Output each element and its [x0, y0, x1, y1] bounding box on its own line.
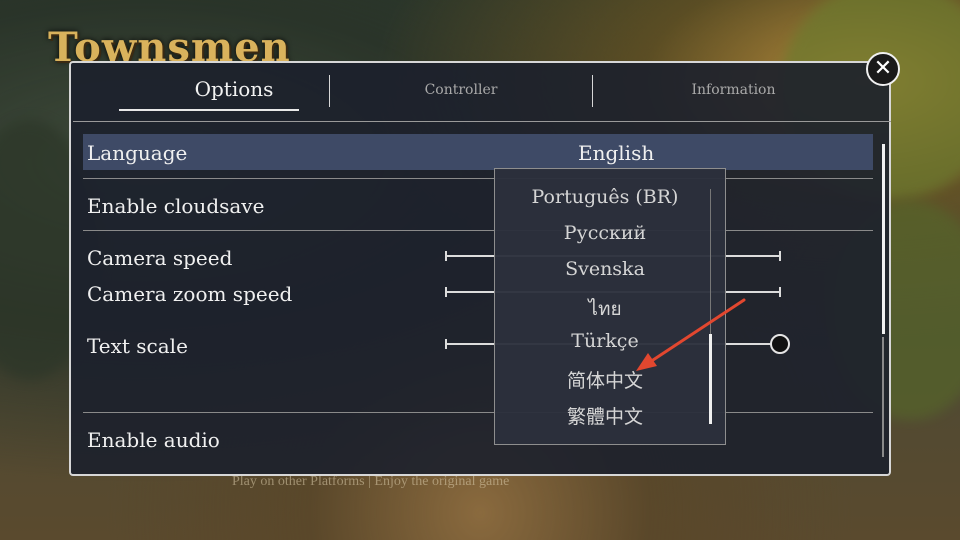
row-divider	[83, 230, 873, 231]
tab-options[interactable]: Options	[119, 77, 349, 111]
tab-separator	[329, 75, 330, 107]
language-option[interactable]: Русский	[495, 222, 715, 244]
panel-scrollbar-track	[882, 337, 884, 457]
camera-speed-slider-end	[779, 251, 781, 261]
tab-information-label: Information	[691, 82, 776, 98]
tab-information[interactable]: Information	[631, 82, 836, 98]
text-scale-label: Text scale	[87, 334, 188, 358]
tab-options-label: Options	[194, 77, 274, 101]
panel-scrollbar-thumb[interactable]	[882, 144, 885, 334]
close-icon: ✕	[873, 56, 893, 81]
text-scale-slider-knob[interactable]	[770, 334, 790, 354]
tab-controller[interactable]: Controller	[371, 82, 551, 98]
audio-label: Enable audio	[87, 428, 220, 452]
row-divider	[83, 178, 873, 179]
language-value[interactable]: English	[578, 141, 654, 165]
camera-zoom-slider-end	[779, 287, 781, 297]
row-divider	[83, 412, 873, 413]
dropdown-scrollbar-thumb[interactable]	[709, 334, 712, 424]
tab-controller-label: Controller	[424, 82, 498, 98]
language-option[interactable]: ไทย	[495, 294, 715, 324]
cloudsave-label: Enable cloudsave	[87, 194, 265, 218]
language-option[interactable]: Português (BR)	[495, 186, 715, 208]
settings-panel: Language English Enable cloudsave Camera…	[73, 121, 891, 477]
active-tab-underline	[119, 109, 299, 111]
camera-speed-label: Camera speed	[87, 246, 233, 270]
language-option[interactable]: Türkçe	[495, 330, 715, 352]
tab-separator	[592, 75, 593, 107]
tab-bar: Options Controller Information	[71, 63, 889, 119]
language-option[interactable]: 繁體中文	[495, 402, 715, 429]
language-row[interactable]: Language English	[83, 134, 873, 170]
language-option[interactable]: Svenska	[495, 258, 715, 280]
language-dropdown: Português (BR) Русский Svenska ไทย Türkç…	[494, 168, 726, 445]
language-option[interactable]: 简体中文	[495, 366, 715, 393]
options-window: Options Controller Information Language …	[69, 61, 891, 476]
language-label: Language	[87, 141, 188, 165]
close-button[interactable]: ✕	[866, 52, 900, 86]
camera-zoom-speed-label: Camera zoom speed	[87, 282, 293, 306]
